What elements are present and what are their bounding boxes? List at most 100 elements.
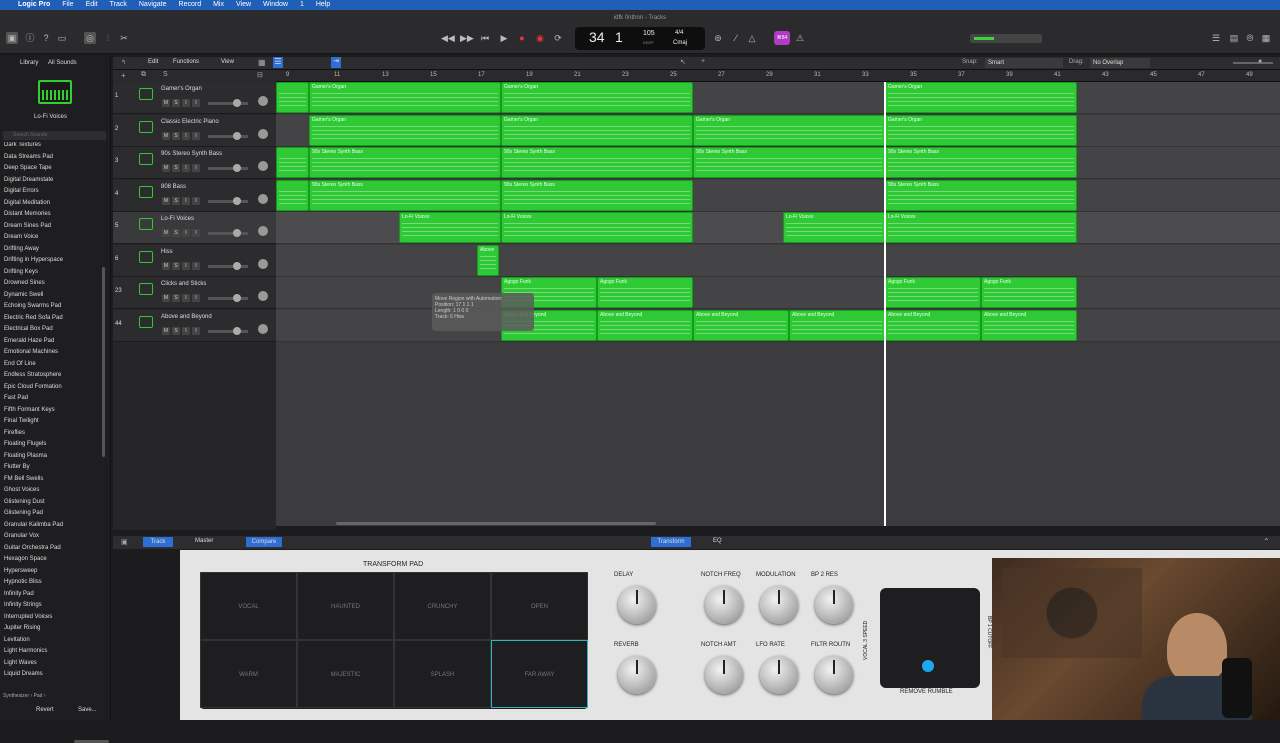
compare-button[interactable]: Compare	[246, 537, 282, 547]
sound-list-item[interactable]: Light Harmonics	[4, 648, 47, 654]
add-track-icon[interactable]: +	[121, 71, 126, 80]
pad-warm[interactable]: WARM	[200, 640, 297, 708]
solo-toggle-icon[interactable]: S	[163, 71, 168, 78]
xy-handle[interactable]	[922, 660, 934, 672]
region[interactable]: Lo-Fi Voices	[399, 212, 501, 243]
browser-icon[interactable]: ▦	[1260, 32, 1272, 44]
sound-list-item[interactable]: Drifting in Hyperspace	[4, 257, 63, 263]
sound-list-item[interactable]: Infinity Pad	[4, 591, 34, 597]
sound-list-item[interactable]: Liquid Dreams	[4, 671, 43, 677]
inspector-icon[interactable]: ⓘ	[24, 32, 36, 44]
solo-button[interactable]: S	[172, 131, 180, 140]
volume-slider[interactable]	[208, 199, 248, 203]
pan-knob-icon[interactable]	[258, 226, 268, 236]
knob-bp-2-res[interactable]	[815, 586, 853, 624]
pad-vocal[interactable]: VOCAL	[200, 572, 297, 640]
region[interactable]: Lo-Fi Voices	[783, 212, 885, 243]
track-lane[interactable]: Gamer's Organ Gamer's Organ Gamer's Organ G…	[276, 114, 1280, 147]
menu-app[interactable]: Logic Pro	[18, 1, 50, 8]
sound-list-item[interactable]: Flutter By	[4, 464, 30, 470]
track-name[interactable]: Clicks and Sticks	[161, 281, 206, 287]
sound-list-item[interactable]: Infinity Strings	[4, 602, 42, 608]
track-name[interactable]: Gamer's Organ	[161, 86, 202, 92]
mute-button[interactable]: M	[162, 294, 170, 302]
library-scrollbar[interactable]	[102, 267, 105, 457]
forward-icon[interactable]: ▶▶	[460, 32, 474, 44]
sound-list-item[interactable]: Fifth Formant Keys	[4, 407, 55, 413]
tab-track[interactable]: Track	[143, 537, 173, 547]
tab-eq[interactable]: EQ	[713, 538, 722, 544]
track-header[interactable]: 1 Gamer's Organ M S I I	[113, 82, 276, 114]
pan-knob-icon[interactable]	[258, 291, 268, 301]
pan-knob-icon[interactable]	[258, 258, 268, 269]
input-monitor-button[interactable]: I	[182, 229, 190, 237]
volume-slider[interactable]	[208, 232, 248, 235]
region[interactable]: Lo-Fi Voices	[501, 212, 693, 243]
pan-knob-icon[interactable]	[258, 193, 268, 204]
input-monitor-button[interactable]: I	[182, 131, 190, 140]
search-input[interactable]: Search Sounds	[3, 131, 106, 140]
sound-list-item[interactable]: End Of Line	[4, 361, 36, 367]
region[interactable]: Gamer's Organ	[501, 114, 693, 146]
sound-list-item[interactable]: Electrical Box Pad	[4, 326, 53, 332]
solo-button[interactable]: S	[172, 164, 180, 172]
tuner-icon[interactable]: ⊚	[712, 32, 724, 44]
xy-pad[interactable]	[880, 588, 980, 688]
track-name[interactable]: Lo-Fi Voices	[161, 216, 194, 222]
master-volume-slider[interactable]	[970, 34, 1042, 43]
volume-slider[interactable]	[208, 264, 248, 268]
sound-list-item[interactable]: Final Twilight	[4, 418, 39, 424]
sound-list-item[interactable]: Dark Textures	[4, 142, 41, 148]
menu-edit[interactable]: Edit	[86, 1, 98, 8]
region[interactable]: Agogo Funk	[597, 277, 693, 308]
input-monitor-button[interactable]: I	[182, 294, 190, 302]
sound-list-item[interactable]: Deep Space Tape	[4, 165, 52, 171]
solo-button[interactable]: S	[172, 261, 180, 270]
sound-list-item[interactable]: Hypersweep	[4, 568, 37, 574]
sound-list-item[interactable]: Hypnotic Bliss	[4, 579, 42, 585]
region[interactable]: Above and Beyond	[789, 309, 885, 341]
metronome-icon[interactable]: △	[746, 32, 758, 44]
track-lane[interactable]: Above	[276, 244, 1280, 277]
region[interactable]: Gamer's Organ	[885, 114, 1077, 146]
volume-knob-icon[interactable]	[233, 294, 241, 302]
solo-button[interactable]: S	[172, 196, 180, 205]
knob-notch-freq[interactable]	[705, 586, 743, 624]
sound-list-item[interactable]: Granular Kalimba Pad	[4, 522, 63, 528]
record-enable-button[interactable]: I	[192, 164, 200, 172]
sound-list-item[interactable]: Dynamic Swell	[4, 292, 43, 298]
solo-button[interactable]: S	[172, 294, 180, 302]
track-header[interactable]: 2 Classic Electric Piano M S I I	[113, 114, 276, 147]
region[interactable]: Above	[477, 244, 499, 276]
volume-knob-icon[interactable]	[233, 164, 241, 172]
menu-view[interactable]: View	[236, 1, 251, 8]
toolbar-icon[interactable]: ▭	[56, 32, 68, 44]
sound-list-item[interactable]: FM Bell Swells	[4, 476, 43, 482]
knob-notch-amt[interactable]	[705, 656, 743, 694]
region[interactable]: 90s Stereo Synth Bass	[885, 179, 1077, 211]
sound-list-item[interactable]: Digital Meditation	[4, 200, 50, 206]
volume-knob-icon[interactable]	[233, 99, 241, 107]
sound-list-item[interactable]: Dream Sines Pad	[4, 223, 51, 229]
pan-knob-icon[interactable]	[258, 96, 268, 106]
mute-button[interactable]: M	[162, 326, 170, 335]
go-to-start-icon[interactable]: ⏮	[479, 32, 491, 44]
cycle-icon[interactable]: ⟳	[552, 32, 564, 44]
record-enable-button[interactable]: I	[192, 326, 200, 335]
badge[interactable]: ⌘84	[774, 31, 790, 45]
sound-list-item[interactable]: Dream Voice	[4, 234, 38, 240]
region[interactable]: 90s Stereo Synth Bass	[501, 147, 693, 178]
track-lane[interactable]: Lo-Fi Voices Lo-Fi Voices Lo-Fi Voices Lo-F…	[276, 212, 1280, 244]
add-tool-icon[interactable]: +	[701, 58, 705, 65]
zoom-handle-icon[interactable]: ●	[1258, 58, 1262, 65]
region[interactable]: 90s Stereo Synth Bass	[309, 147, 501, 178]
sound-list-item[interactable]: Drifting Keys	[4, 269, 38, 275]
play-icon[interactable]: ▶	[498, 32, 510, 44]
mute-button[interactable]: M	[162, 229, 170, 237]
collapse-icon[interactable]: ⌃	[1263, 537, 1270, 546]
sound-list-item[interactable]: Floating Plasma	[4, 453, 47, 459]
notepad-icon[interactable]: ▤	[1228, 32, 1240, 44]
region[interactable]: Above and Beyond	[693, 309, 789, 341]
editors-icon[interactable]: ✂	[118, 32, 130, 44]
region[interactable]: Gamer's Organ	[501, 82, 693, 113]
